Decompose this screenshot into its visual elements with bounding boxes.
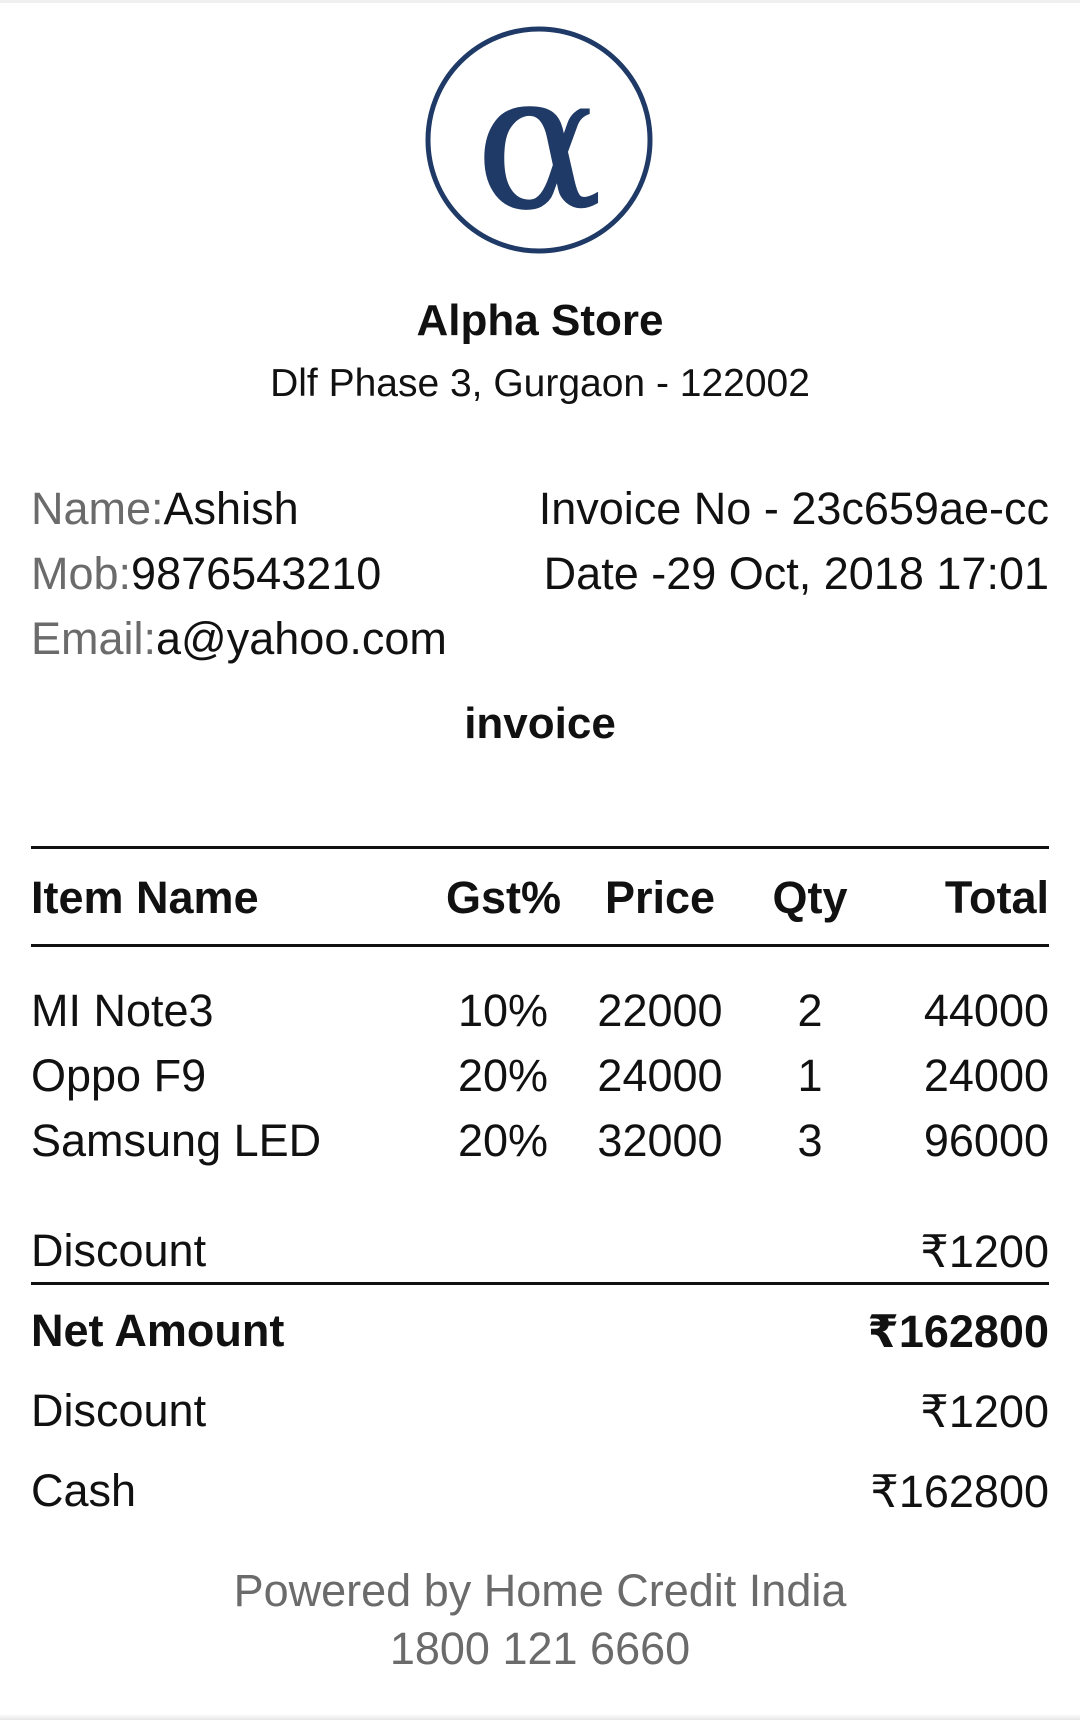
header-total: Total xyxy=(944,872,1049,923)
cell-price: 32000 xyxy=(597,1115,723,1166)
support-phone: 1800 121 6660 xyxy=(389,1623,691,1674)
cell-qty: 1 xyxy=(797,1050,823,1101)
cell-total: 96000 xyxy=(923,1115,1049,1166)
store-name: Alpha Store xyxy=(416,296,664,345)
cell-item-name: MI Note3 xyxy=(31,985,214,1036)
document-title: invoice xyxy=(464,699,616,748)
discount-label: Discount xyxy=(31,1225,207,1276)
customer-name-line: Name:Ashish xyxy=(31,483,299,535)
invoice-number: Invoice No - 23c659ae-cc xyxy=(538,483,1049,534)
customer-email-label: Email: xyxy=(31,613,157,664)
header-gst: Gst% xyxy=(446,872,562,923)
summary-rule xyxy=(31,1282,1049,1285)
payment-discount-label: Discount xyxy=(31,1385,207,1436)
discount-value: ₹1200 xyxy=(920,1226,1049,1277)
cell-price: 24000 xyxy=(597,1050,723,1101)
customer-name-label: Name: xyxy=(31,483,164,534)
customer-mobile-value: 9876543210 xyxy=(131,548,382,599)
header-price: Price xyxy=(604,872,716,923)
customer-mobile-line: Mob:9876543210 xyxy=(31,548,381,600)
customer-email-value: a@yahoo.com xyxy=(156,613,447,664)
cell-item-name: Samsung LED xyxy=(31,1115,322,1166)
cell-gst: 20% xyxy=(457,1115,549,1166)
cell-gst: 20% xyxy=(457,1050,549,1101)
cell-item-name: Oppo F9 xyxy=(31,1050,207,1101)
cell-total: 24000 xyxy=(923,1050,1049,1101)
payment-discount-value: ₹1200 xyxy=(920,1386,1049,1437)
header-item-name: Item Name xyxy=(31,872,259,923)
customer-name-value: Ashish xyxy=(163,483,299,534)
table-top-rule xyxy=(31,846,1049,849)
top-edge-divider xyxy=(0,0,1080,3)
powered-by-text: Powered by Home Credit India xyxy=(233,1565,847,1616)
cell-price: 22000 xyxy=(597,985,723,1036)
net-amount-value: ₹162800 xyxy=(867,1306,1049,1357)
net-amount-label: Net Amount xyxy=(31,1305,285,1356)
cash-label: Cash xyxy=(31,1465,137,1516)
alpha-logo-icon: α xyxy=(425,26,653,254)
table-header-rule xyxy=(31,944,1049,947)
cell-qty: 3 xyxy=(797,1115,823,1166)
header-qty: Qty xyxy=(772,872,848,923)
cash-value: ₹162800 xyxy=(870,1466,1049,1517)
bottom-edge-divider xyxy=(0,1714,1080,1720)
cell-qty: 2 xyxy=(797,985,823,1036)
customer-mobile-label: Mob: xyxy=(31,548,132,599)
store-address: Dlf Phase 3, Gurgaon - 122002 xyxy=(270,362,810,405)
customer-email-line: Email:a@yahoo.com xyxy=(31,613,447,665)
cell-gst: 10% xyxy=(457,985,549,1036)
alpha-logo-glyph: α xyxy=(475,32,603,253)
invoice-date: Date -29 Oct, 2018 17:01 xyxy=(543,548,1049,599)
cell-total: 44000 xyxy=(923,985,1049,1036)
